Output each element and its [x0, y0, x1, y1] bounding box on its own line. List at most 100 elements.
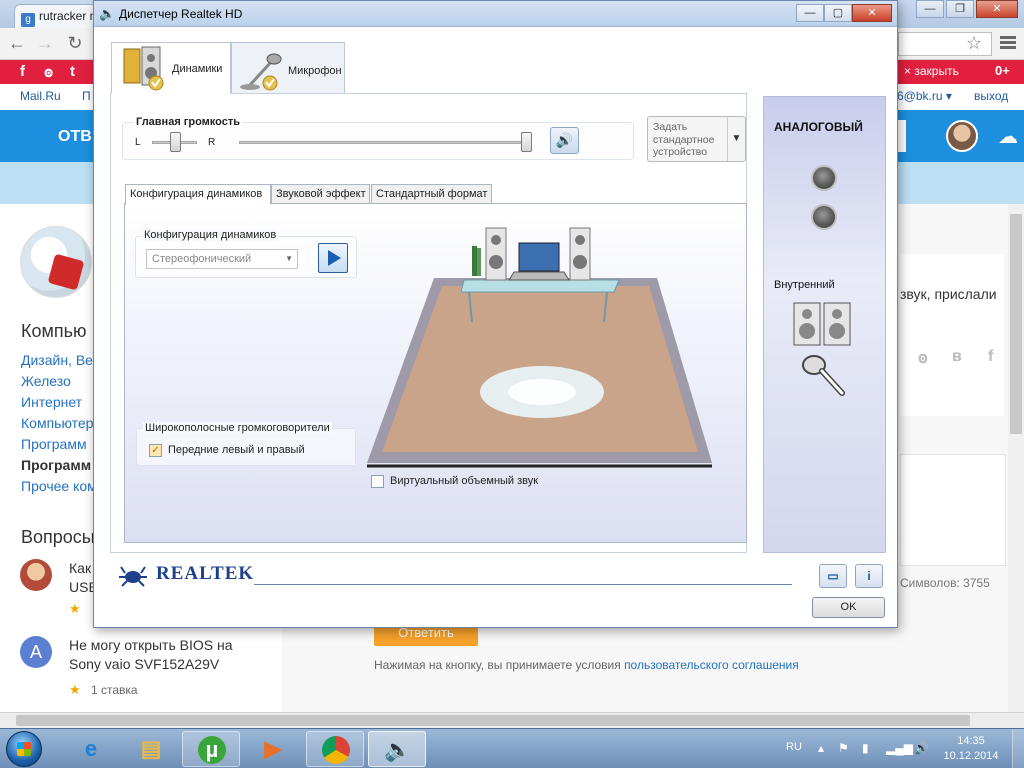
volume-tray-icon[interactable]: 🔊	[914, 741, 929, 755]
analog-title: АНАЛОГОВЫЙ	[774, 120, 863, 134]
minimize-icon[interactable]: —	[916, 0, 944, 18]
dialog-titlebar[interactable]: 🔈 Диспетчер Realtek HD — ▢ ✕	[94, 1, 897, 27]
search-box[interactable]	[898, 120, 906, 152]
category-link[interactable]: Прочее ком	[21, 478, 97, 494]
logout-link[interactable]: выход	[974, 89, 1008, 103]
category-link[interactable]: Железо	[21, 373, 71, 389]
tray-chevron-icon[interactable]: ▴	[818, 741, 824, 755]
network-icon[interactable]: ▂▄▆	[886, 741, 913, 755]
reload-icon[interactable]: ↻	[64, 32, 86, 54]
speaker-config-select[interactable]: Стереофонический ▼	[146, 249, 298, 269]
bets-count: 1 ставка	[91, 683, 138, 697]
facebook-icon[interactable]: f	[20, 63, 25, 80]
utorrent-icon: µ	[198, 736, 226, 764]
category-link[interactable]: Программ	[21, 436, 87, 452]
site-logo-text[interactable]: ОТВ	[58, 128, 92, 146]
forward-arrow-icon[interactable]: →	[34, 32, 56, 54]
start-button[interactable]	[6, 731, 42, 767]
folder-icon: ▤	[140, 736, 162, 761]
power-icon[interactable]: ▮	[862, 741, 869, 755]
volume-slider[interactable]	[239, 141, 531, 144]
share-ok-icon[interactable]: ꙩ	[918, 348, 928, 368]
back-arrow-icon[interactable]: ←	[6, 32, 28, 54]
user-email-link[interactable]: 6@bk.ru ▾	[897, 89, 952, 103]
scroll-thumb[interactable]	[1010, 214, 1022, 434]
close-icon[interactable]: ✕	[976, 0, 1018, 18]
minimize-icon[interactable]: —	[796, 4, 824, 22]
show-desktop-button[interactable]	[1012, 729, 1024, 768]
odnoklassniki-icon[interactable]: ꙩ	[44, 63, 53, 81]
question-text-line: Не могу открыть BIOS на	[69, 637, 233, 653]
balance-slider-thumb[interactable]	[169, 132, 181, 152]
taskbar: e ▤ µ ▶ 🔈 RU ▴ ⚑ ▮ ▂▄▆ 🔊 14:35 10.12.201…	[0, 728, 1024, 768]
maximize-icon[interactable]: ❐	[946, 0, 974, 18]
dialog-window-controls: — ▢ ✕	[796, 4, 892, 22]
flag-icon[interactable]: ⚑	[838, 741, 849, 755]
twitter-icon[interactable]: t	[70, 63, 75, 80]
internal-speakers-icon[interactable]	[793, 302, 851, 346]
cloud-icon[interactable]: ☁	[998, 124, 1018, 149]
category-link-active[interactable]: Программ	[21, 457, 91, 473]
tab-speakers[interactable]: Динамики	[111, 42, 231, 94]
front-lr-checkbox[interactable]: ✓	[149, 444, 162, 457]
audio-jack-icon[interactable]	[811, 204, 837, 230]
star-icon: ★	[69, 682, 81, 697]
speaker-config-label: Конфигурация динамиков	[142, 229, 279, 241]
mail-nav-link[interactable]: П	[82, 89, 91, 103]
virtual-surround-checkbox[interactable]	[371, 475, 384, 488]
taskbar-ie[interactable]: e	[62, 731, 120, 767]
ok-button[interactable]: OK	[812, 597, 885, 618]
agreement-link[interactable]: пользовательского соглашения	[624, 658, 799, 672]
content-card	[900, 254, 1004, 416]
set-default-device-dropdown[interactable]: Задать стандартное устройство ▼	[647, 116, 746, 162]
left-speaker-icon[interactable]	[485, 227, 507, 281]
clock[interactable]: 14:35 10.12.2014	[940, 734, 1002, 764]
browser-tab-title: rutracker n	[39, 9, 97, 23]
mail-ru-link[interactable]: Mail.Ru	[20, 89, 61, 103]
question-avatar	[20, 559, 52, 591]
user-avatar[interactable]	[946, 120, 978, 152]
language-indicator[interactable]: RU	[786, 741, 802, 753]
battery-settings-icon[interactable]: ▭	[819, 564, 847, 588]
play-test-button[interactable]	[318, 243, 348, 273]
taskbar-utorrent[interactable]: µ	[182, 731, 240, 767]
bookmark-star-icon[interactable]: ☆	[966, 33, 982, 54]
tab-speakers-label: Динамики	[172, 63, 223, 75]
taskbar-media-player[interactable]: ▶	[244, 731, 302, 767]
browser-menu-icon[interactable]	[998, 34, 1018, 52]
answer-textarea[interactable]	[900, 454, 1006, 566]
right-speaker-icon[interactable]	[569, 227, 591, 281]
agreement-prefix: Нажимая на кнопку, вы принимаете условия	[374, 658, 625, 672]
close-icon[interactable]: ✕	[852, 4, 892, 22]
scroll-thumb[interactable]	[16, 715, 970, 726]
question-text-line: Sony vaio SVF152A29V	[69, 656, 220, 672]
tab-sound-effect[interactable]: Звуковой эффект	[271, 184, 370, 204]
close-ads-link[interactable]: × закрыть	[904, 64, 959, 78]
taskbar-realtek[interactable]: 🔈	[368, 731, 426, 767]
question-text[interactable]: Не могу открыть BIOS на Sony vaio SVF152A…	[69, 636, 269, 674]
horizontal-scrollbar[interactable]	[0, 712, 1024, 728]
volume-slider-thumb[interactable]	[521, 132, 532, 152]
category-link[interactable]: Компьютер	[21, 415, 93, 431]
internal-microphone-icon[interactable]	[802, 355, 845, 396]
tab-favicon-icon: g	[21, 13, 35, 27]
speaker-icon: 🔈	[99, 6, 116, 21]
audio-jack-icon[interactable]	[811, 165, 837, 191]
taskbar-explorer[interactable]: ▤	[122, 731, 180, 767]
share-facebook-icon[interactable]: f	[988, 348, 993, 366]
internal-label: Внутренний	[774, 279, 835, 291]
taskbar-chrome[interactable]	[306, 731, 364, 767]
tab-microphone[interactable]: Микрофон	[231, 42, 345, 94]
share-vk-icon[interactable]: в	[952, 348, 962, 366]
category-link[interactable]: Интернет	[21, 394, 82, 410]
realtek-crab-logo-icon	[119, 566, 147, 587]
chevron-down-icon: ▼	[285, 254, 293, 263]
tab-default-format[interactable]: Стандартный формат	[371, 184, 492, 204]
info-icon[interactable]: i	[855, 564, 883, 588]
category-link[interactable]: Дизайн, Ве	[21, 352, 93, 368]
maximize-icon[interactable]: ▢	[824, 4, 852, 22]
vertical-scrollbar[interactable]	[1008, 204, 1024, 712]
mute-button[interactable]: 🔊	[550, 127, 579, 154]
content-text: звук, прислали	[900, 286, 997, 302]
tab-speaker-config[interactable]: Конфигурация динамиков	[125, 184, 271, 205]
